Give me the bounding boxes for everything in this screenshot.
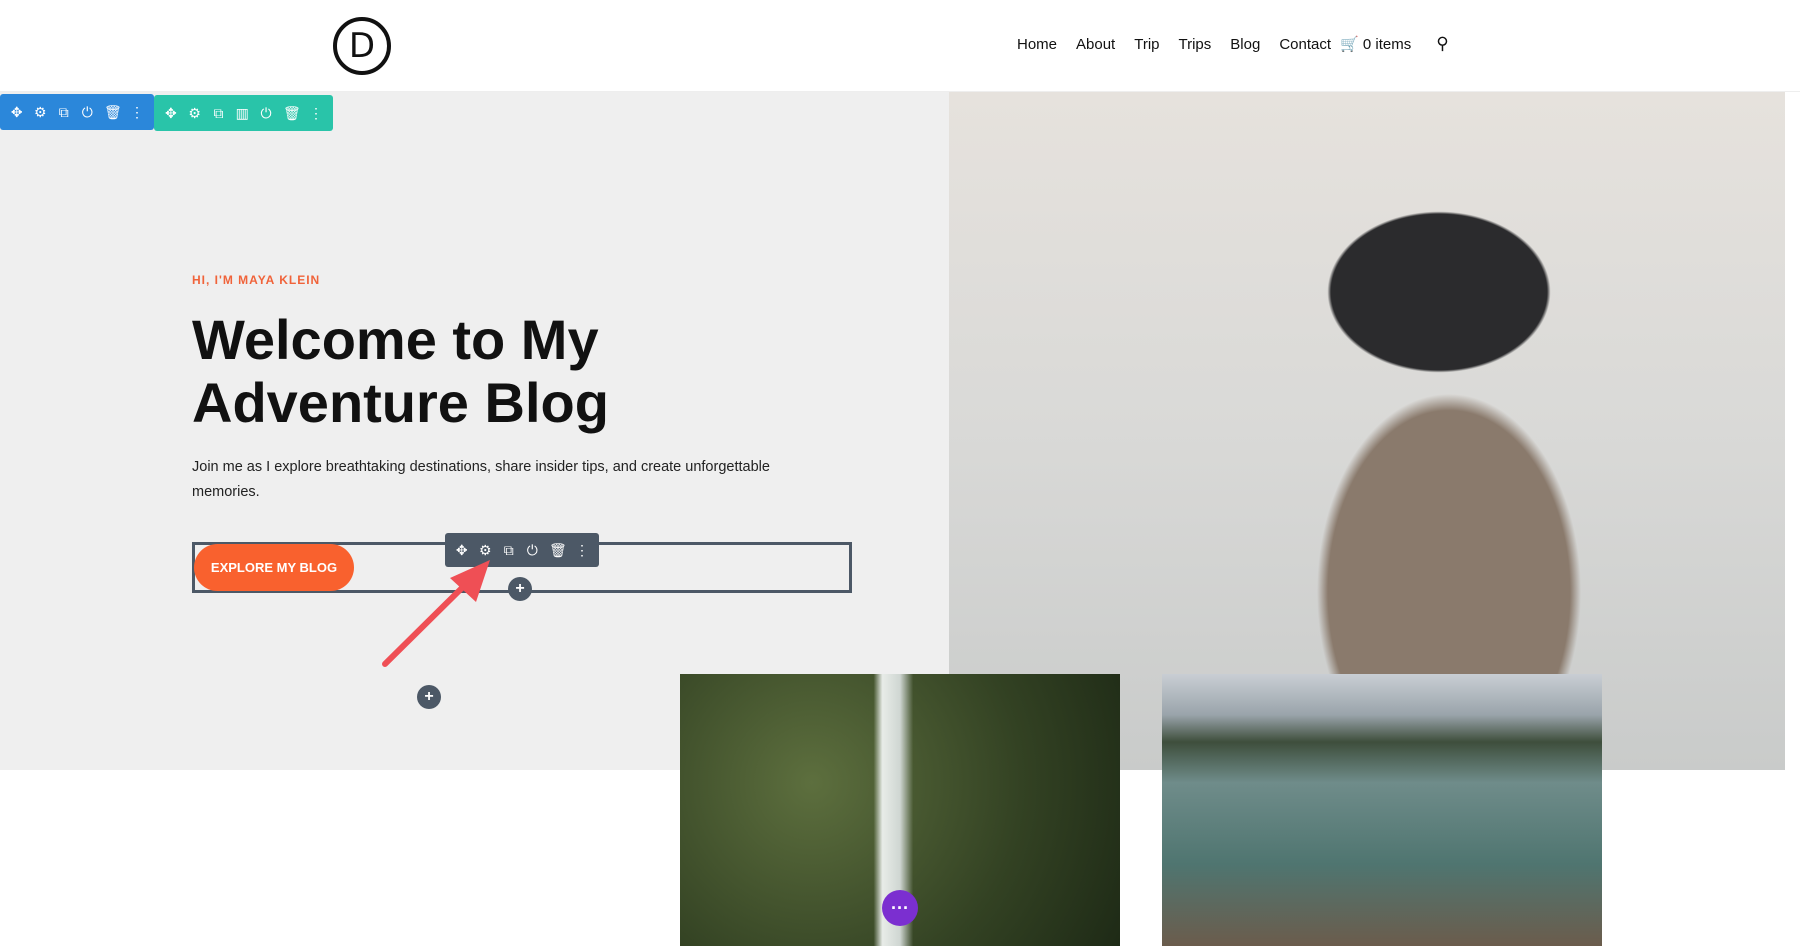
hero-subtitle: HI, I'M MAYA KLEIN	[192, 273, 321, 287]
cart-icon: 🛒	[1340, 36, 1359, 53]
annotation-arrow	[382, 560, 490, 667]
hero-title: Welcome to My Adventure Blog	[192, 308, 609, 434]
nav-contact[interactable]: Contact	[1279, 36, 1331, 53]
more-icon[interactable]: ⋮	[309, 105, 323, 122]
hero-paragraph: Join me as I explore breathtaking destin…	[192, 459, 770, 500]
cart-link[interactable]: 🛒 0 items	[1340, 35, 1411, 53]
trash-icon[interactable]: 🗑	[549, 542, 567, 559]
power-icon[interactable]: ⏻	[259, 105, 273, 122]
search-icon[interactable]: ⚲	[1436, 34, 1448, 54]
more-icon[interactable]: ⋮	[575, 542, 589, 559]
move-icon[interactable]: ✥	[164, 105, 178, 122]
columns-icon[interactable]: ▥	[235, 105, 249, 122]
add-row-button[interactable]: +	[417, 685, 441, 709]
explore-blog-button[interactable]: EXPLORE MY BLOG	[194, 544, 354, 591]
nav-trip[interactable]: Trip	[1134, 36, 1159, 53]
main-nav: Home About Trip Trips Blog Contact 🛒 0 i…	[1017, 34, 1449, 54]
gear-icon[interactable]: ⚙	[188, 105, 202, 122]
power-icon[interactable]: ⏻	[526, 542, 540, 559]
cart-count: 0 items	[1362, 36, 1412, 53]
power-icon[interactable]: ⏻	[81, 104, 95, 121]
add-module-button[interactable]: +	[508, 577, 532, 601]
gear-icon[interactable]: ⚙	[34, 104, 48, 121]
duplicate-icon[interactable]: ⧉	[57, 104, 71, 121]
nav-trips[interactable]: Trips	[1179, 36, 1212, 53]
more-icon[interactable]: ⋮	[130, 104, 144, 121]
row-toolbar: ✥ ⚙ ⧉ ▥ ⏻ 🗑 ⋮	[154, 95, 333, 131]
lake-dock-image	[1162, 674, 1602, 946]
nav-blog[interactable]: Blog	[1230, 36, 1260, 53]
site-header: D Home About Trip Trips Blog Contact 🛒 0…	[0, 0, 1800, 92]
hero-image-woman-with-hat	[949, 92, 1785, 770]
trash-icon[interactable]: 🗑	[283, 105, 301, 122]
logo[interactable]: D	[333, 17, 391, 75]
duplicate-icon[interactable]: ⧉	[212, 105, 226, 122]
nav-home[interactable]: Home	[1017, 36, 1057, 53]
nav-about[interactable]: About	[1076, 36, 1115, 53]
move-icon[interactable]: ✥	[10, 104, 24, 121]
section-toolbar: ✥ ⚙ ⧉ ⏻ 🗑 ⋮	[0, 94, 154, 130]
more-options-button[interactable]: ···	[882, 890, 918, 926]
trash-icon[interactable]: 🗑	[104, 104, 122, 121]
